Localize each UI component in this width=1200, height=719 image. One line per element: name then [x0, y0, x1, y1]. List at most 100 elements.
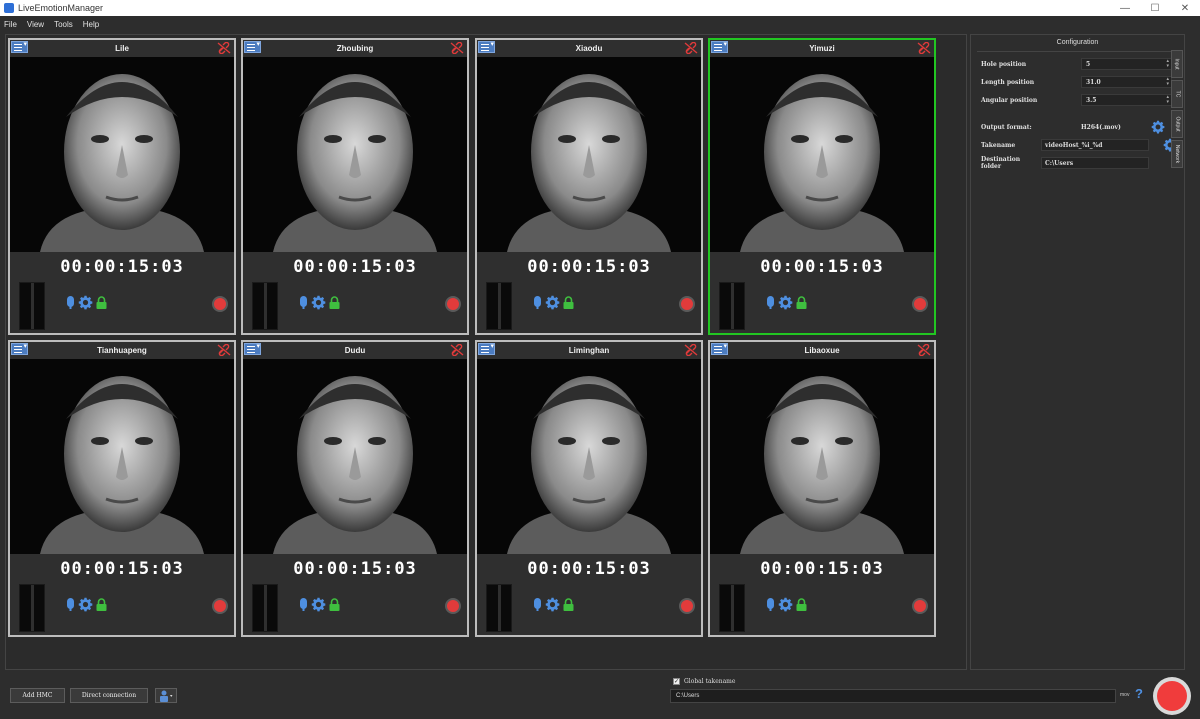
global-takename-checkbox[interactable]: ✓	[673, 678, 680, 685]
disconnected-link-icon[interactable]	[684, 344, 698, 356]
disconnected-link-icon[interactable]	[217, 42, 231, 54]
camera-tile[interactable]: Libaoxue 00:00:15:03	[708, 340, 936, 637]
lock-icon[interactable]	[563, 296, 574, 309]
camera-header: Zhoubing	[243, 40, 467, 57]
camera-tile[interactable]: Zhoubing 00:00:15:03	[241, 38, 469, 335]
record-button[interactable]	[679, 296, 695, 312]
angular-position-spinbox[interactable]: 3.5 ▴ ▾	[1081, 94, 1172, 106]
camera-controls	[766, 295, 807, 310]
app-icon	[4, 3, 14, 13]
face-image	[710, 359, 934, 554]
record-button[interactable]	[212, 296, 228, 312]
tab-tc[interactable]: TC	[1171, 80, 1183, 108]
camera-settings-gear-icon[interactable]	[545, 597, 560, 612]
record-all-button[interactable]	[1153, 677, 1191, 715]
timecode-display: 00:00:15:03	[60, 257, 184, 277]
camera-controls	[299, 295, 340, 310]
record-button[interactable]	[679, 598, 695, 614]
tab-network[interactable]: Network	[1171, 140, 1183, 168]
camera-tile[interactable]: Lile 00:00:15:03	[8, 38, 236, 335]
camera-settings-gear-icon[interactable]	[78, 597, 93, 612]
microphone-icon[interactable]	[533, 296, 542, 309]
timecode-display: 00:00:15:03	[527, 559, 651, 579]
record-button[interactable]	[212, 598, 228, 614]
maximize-button[interactable]: ☐	[1140, 0, 1170, 16]
camera-settings-gear-icon[interactable]	[78, 295, 93, 310]
audio-level-meters	[719, 282, 745, 330]
direct-connection-button[interactable]: Direct connection	[70, 688, 148, 703]
microphone-icon[interactable]	[299, 598, 308, 611]
level-meter-right	[266, 585, 277, 631]
length-position-value: 31.0	[1086, 78, 1101, 86]
minimize-button[interactable]: —	[1110, 0, 1140, 16]
menu-tools[interactable]: Tools	[54, 20, 73, 29]
microphone-icon[interactable]	[299, 296, 308, 309]
microphone-icon[interactable]	[533, 598, 542, 611]
lock-icon[interactable]	[796, 296, 807, 309]
microphone-icon[interactable]	[66, 598, 75, 611]
level-meter-right	[500, 585, 511, 631]
takename-input[interactable]: videoHost_%i_%d	[1041, 139, 1149, 151]
microphone-icon[interactable]	[766, 296, 775, 309]
camera-settings-gear-icon[interactable]	[311, 597, 326, 612]
global-path-input[interactable]: C:\Users	[670, 689, 1116, 703]
menu-help[interactable]: Help	[83, 20, 99, 29]
disconnected-link-icon[interactable]	[917, 344, 931, 356]
person-dropdown-button[interactable]	[155, 688, 177, 703]
add-hmc-button[interactable]: Add HMC	[10, 688, 65, 703]
record-button[interactable]	[912, 296, 928, 312]
camera-settings-gear-icon[interactable]	[778, 597, 793, 612]
hole-position-spinbox[interactable]: 5 ▴ ▾	[1081, 58, 1172, 70]
camera-tile[interactable]: Yimuzi 00:00:15:03	[708, 38, 936, 335]
menu-view[interactable]: View	[27, 20, 44, 29]
camera-tile[interactable]: Tianhuapeng 00:00:15:03	[8, 340, 236, 637]
camera-settings-gear-icon[interactable]	[778, 295, 793, 310]
camera-name: Yimuzi	[809, 44, 835, 53]
camera-tile[interactable]: Xiaodu 00:00:15:03	[475, 38, 703, 335]
close-button[interactable]: ✕	[1170, 0, 1200, 16]
audio-level-meters	[252, 282, 278, 330]
camera-tile[interactable]: Dudu 00:00:15:03	[241, 340, 469, 637]
lock-icon[interactable]	[563, 598, 574, 611]
camera-tile[interactable]: Liminghan 00:00:15:03	[475, 340, 703, 637]
title-bar: LiveEmotionManager — ☐ ✕	[0, 0, 1200, 16]
lock-icon[interactable]	[96, 598, 107, 611]
output-settings-gear-icon[interactable]	[1151, 120, 1165, 134]
tab-output[interactable]: Output	[1171, 110, 1183, 138]
tab-input[interactable]: Input	[1171, 50, 1183, 78]
camera-header: Libaoxue	[710, 342, 934, 359]
lock-icon[interactable]	[329, 598, 340, 611]
help-icon[interactable]: ?	[1135, 686, 1143, 701]
lock-icon[interactable]	[96, 296, 107, 309]
length-position-spinbox[interactable]: 31.0 ▴ ▾	[1081, 76, 1172, 88]
lock-icon[interactable]	[329, 296, 340, 309]
disconnected-link-icon[interactable]	[450, 344, 464, 356]
record-button[interactable]	[445, 296, 461, 312]
destination-input[interactable]: C:\Users	[1041, 157, 1149, 169]
destination-label: Destination folder	[981, 156, 1021, 170]
disconnected-link-icon[interactable]	[217, 344, 231, 356]
output-format-value[interactable]: H264(.mov)	[1081, 124, 1151, 131]
level-meter-right	[733, 283, 744, 329]
menu-file[interactable]: File	[4, 20, 17, 29]
level-meter-left	[253, 585, 264, 631]
lock-icon[interactable]	[796, 598, 807, 611]
microphone-icon[interactable]	[766, 598, 775, 611]
hole-position-row: Hole position 5 ▴ ▾	[981, 58, 1172, 70]
camera-grid: Lile00:00:15:03Zhoubing00:00:15:03Xiaodu…	[5, 34, 967, 670]
camera-name: Liminghan	[568, 346, 610, 355]
record-button[interactable]	[912, 598, 928, 614]
hole-position-label: Hole position	[981, 60, 1027, 68]
camera-settings-gear-icon[interactable]	[545, 295, 560, 310]
global-takename-label: Global takename	[684, 678, 736, 685]
disconnected-link-icon[interactable]	[450, 42, 464, 54]
disconnected-link-icon[interactable]	[917, 42, 931, 54]
level-meter-left	[487, 283, 498, 329]
microphone-icon[interactable]	[66, 296, 75, 309]
camera-video-feed	[243, 57, 467, 252]
camera-settings-gear-icon[interactable]	[311, 295, 326, 310]
camera-header: Lile	[10, 40, 234, 57]
record-button[interactable]	[445, 598, 461, 614]
disconnected-link-icon[interactable]	[684, 42, 698, 54]
audio-level-meters	[19, 282, 45, 330]
